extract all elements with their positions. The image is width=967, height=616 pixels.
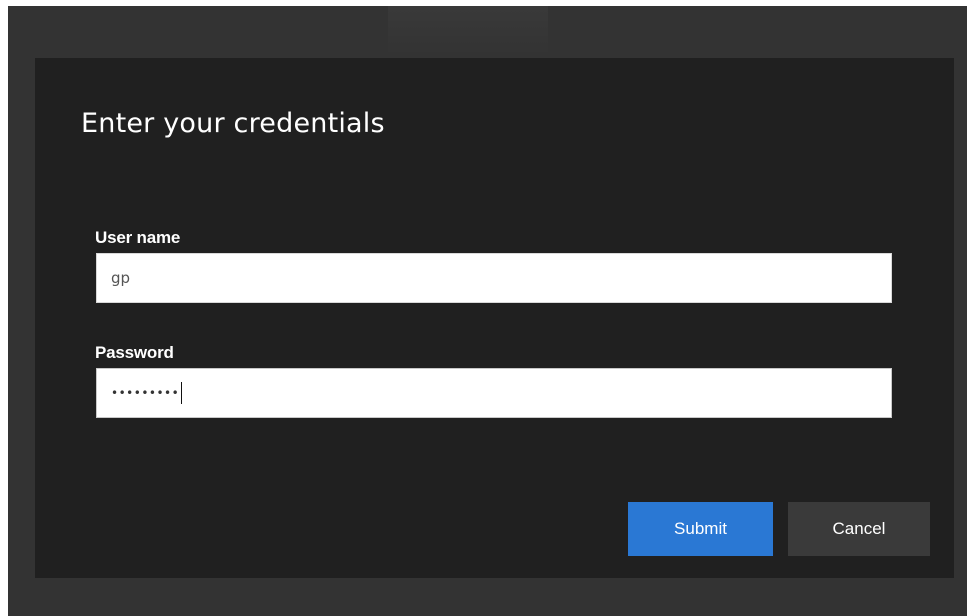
backdrop-sheen <box>388 6 548 56</box>
credentials-dialog: Enter your credentials User name gp Pass… <box>35 58 954 578</box>
username-label: User name <box>95 228 181 247</box>
cancel-button[interactable]: Cancel <box>788 502 930 556</box>
password-label: Password <box>95 343 174 362</box>
username-value: gp <box>111 269 131 287</box>
text-caret <box>181 382 183 404</box>
password-masked-value: ••••••••• <box>111 386 180 400</box>
submit-button[interactable]: Submit <box>628 502 773 556</box>
password-input[interactable]: ••••••••• <box>96 368 892 418</box>
username-input[interactable]: gp <box>96 253 892 303</box>
dialog-title: Enter your credentials <box>81 108 385 139</box>
